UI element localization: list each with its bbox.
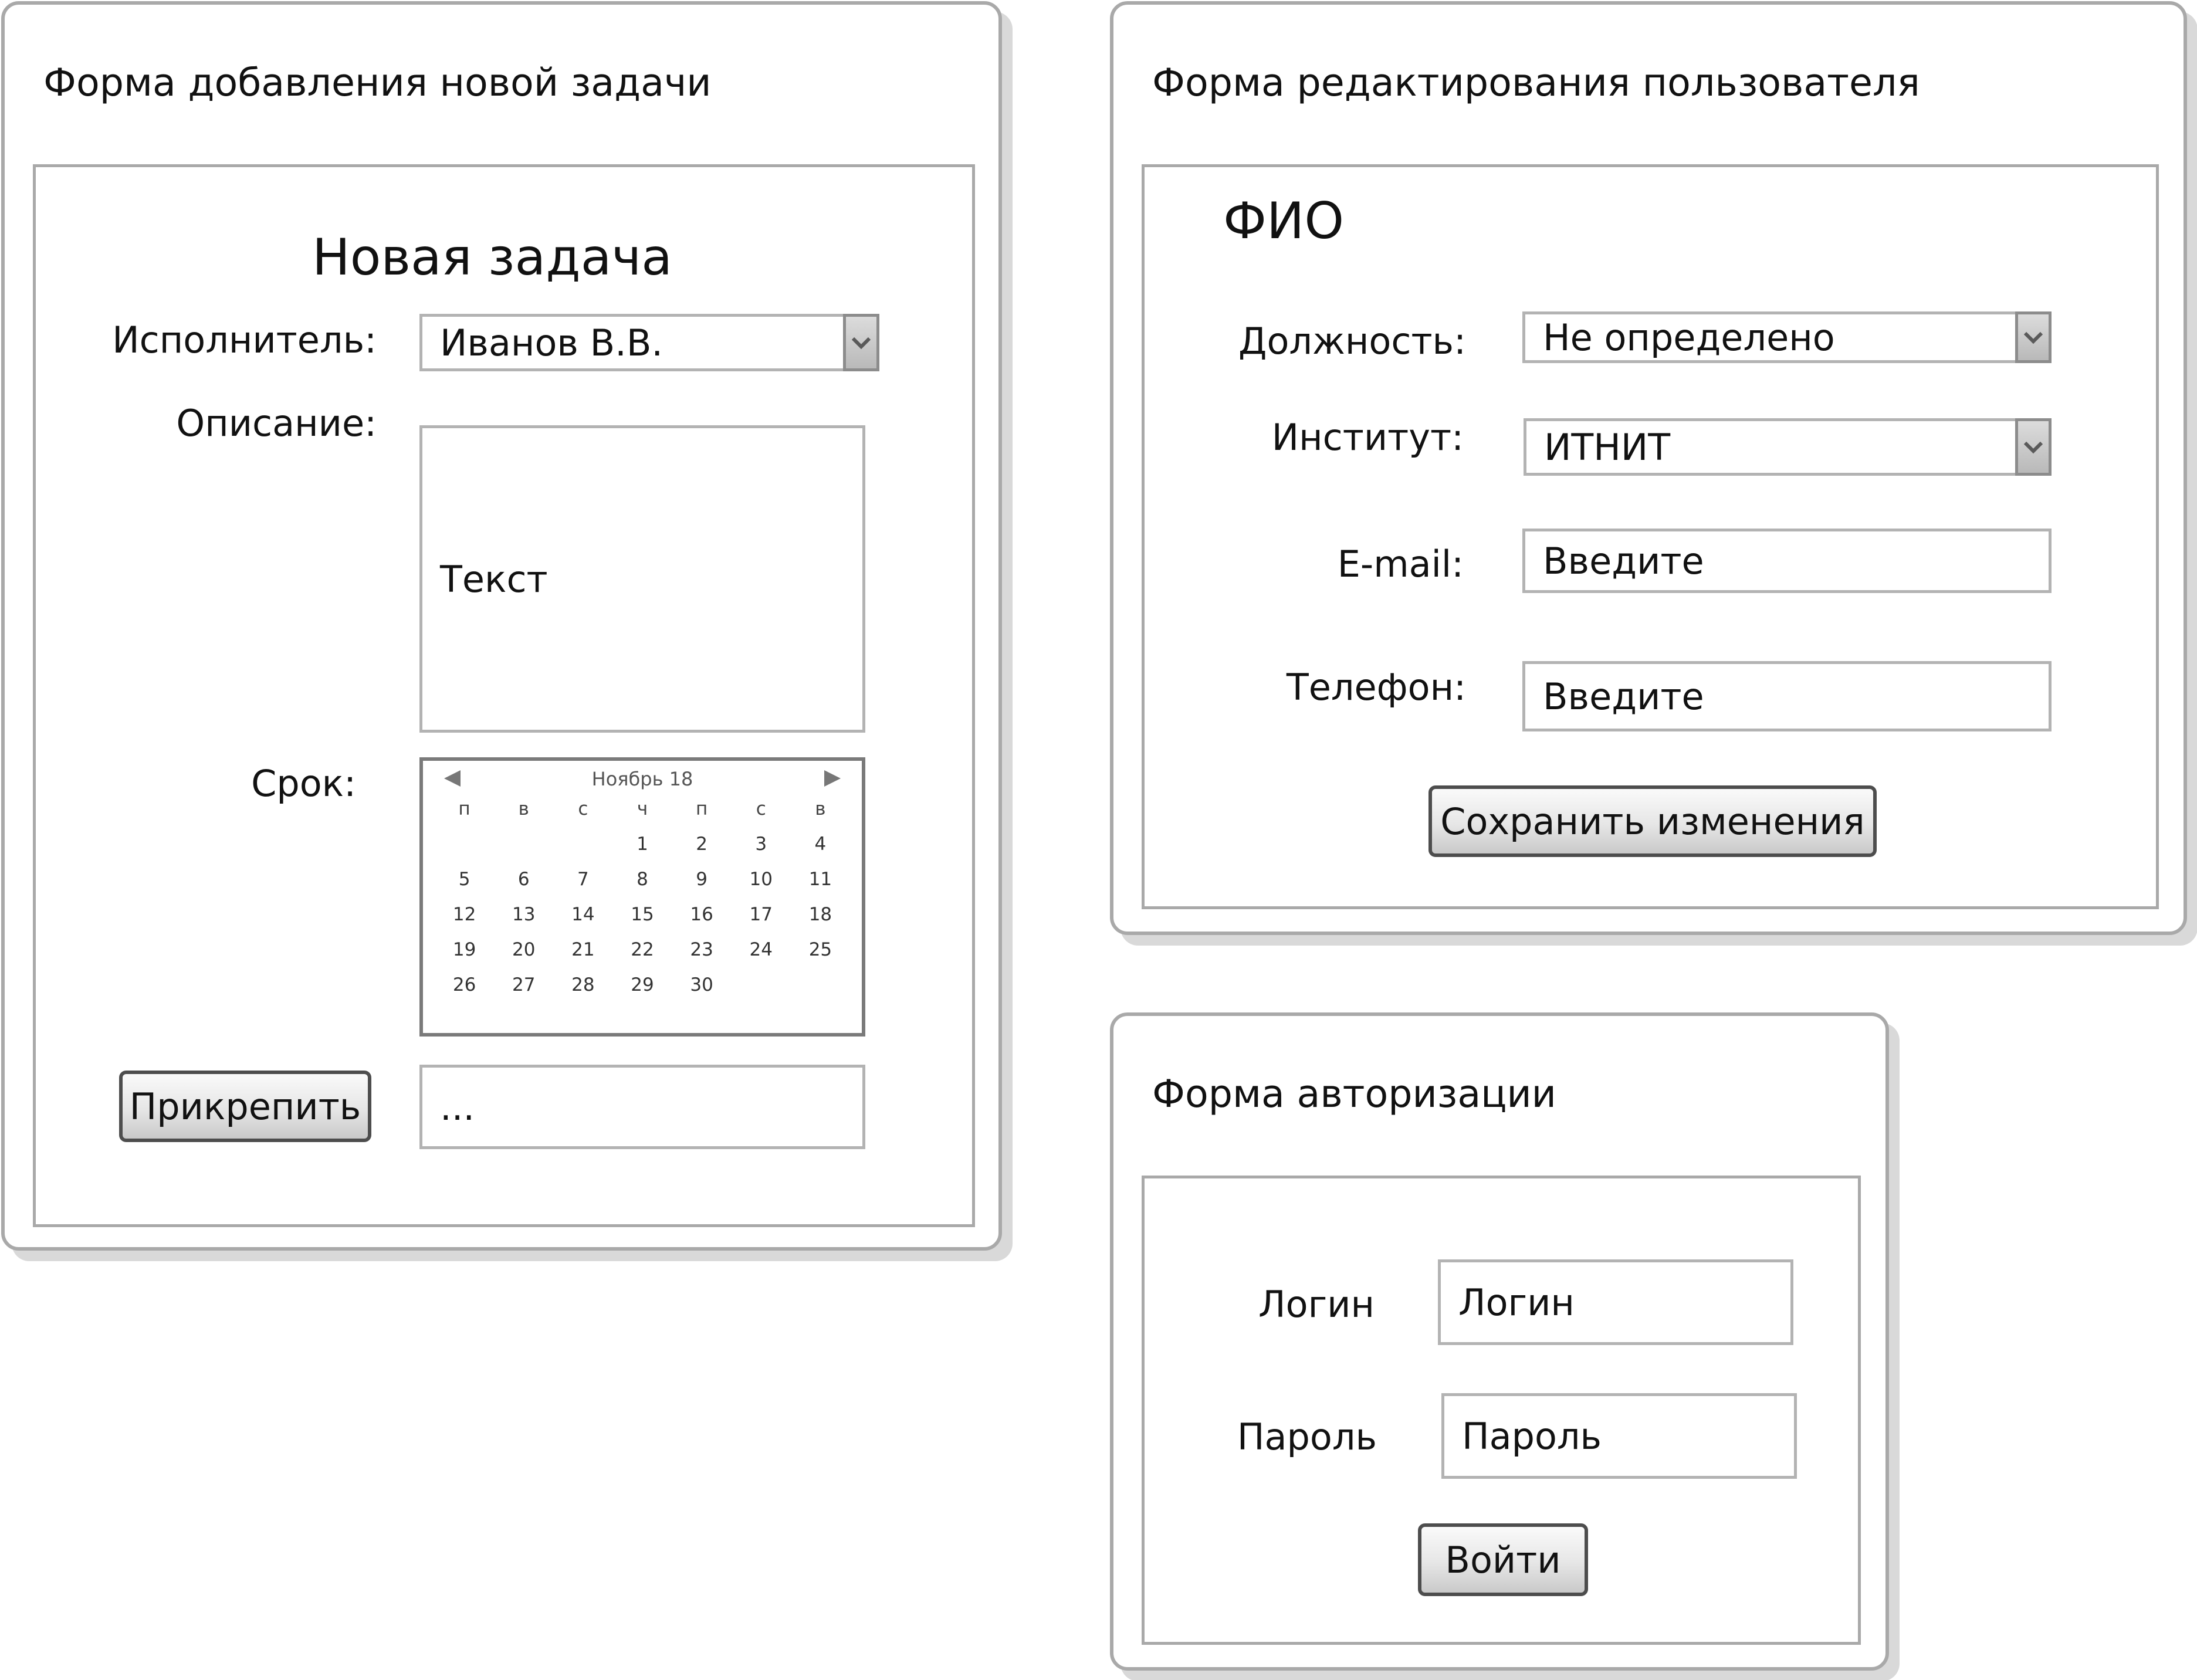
calendar-day[interactable]: 2 <box>672 832 732 856</box>
calendar-day[interactable]: 25 <box>791 938 850 961</box>
deadline-calendar[interactable]: Ноябрь 18 п в с ч п с в 1 2 3 4 5 6 7 8 9 10 11 12 13 14 15 16… <box>419 757 865 1037</box>
triangle-right-icon[interactable] <box>821 767 844 790</box>
calendar-day[interactable]: 27 <box>494 973 553 997</box>
assignee-select[interactable]: Иванов В.В. <box>419 314 879 371</box>
calendar-day[interactable]: 3 <box>732 832 791 856</box>
calendar-day[interactable]: 16 <box>672 903 732 926</box>
calendar-weekday: в <box>815 798 826 819</box>
calendar-day[interactable]: 1 <box>612 832 672 856</box>
calendar-day[interactable]: 17 <box>732 903 791 926</box>
calendar-day[interactable]: 10 <box>732 868 791 891</box>
description-value: Текст <box>440 557 548 601</box>
calendar-day[interactable]: 5 <box>435 868 494 891</box>
form-heading: ФИО <box>1223 192 1345 250</box>
password-value: Пароль <box>1462 1414 1602 1458</box>
calendar-weekday: п <box>458 798 470 819</box>
user-form-body: ФИО Должность: Не определено Институт: И… <box>1142 164 2159 909</box>
calendar-day[interactable]: 28 <box>553 973 612 997</box>
calendar-day[interactable]: 7 <box>553 868 612 891</box>
calendar-day[interactable]: 13 <box>494 903 553 926</box>
phone-value: Введите <box>1543 675 1704 718</box>
attach-button[interactable]: Прикрепить <box>119 1071 371 1142</box>
calendar-weekday: с <box>578 798 588 819</box>
panel-title: Форма авторизации <box>1152 1072 1556 1116</box>
calendar-day[interactable]: 21 <box>553 938 612 961</box>
calendar-day[interactable]: 24 <box>732 938 791 961</box>
phone-input[interactable]: Введите <box>1522 661 2052 731</box>
calendar-day[interactable]: 6 <box>494 868 553 891</box>
institute-value: ИТНИТ <box>1544 425 1671 469</box>
attach-file-value: ... <box>440 1085 475 1129</box>
task-form-body: Новая задача Исполнитель: Иванов В.В. Оп… <box>33 164 975 1227</box>
calendar-weekday: ч <box>637 798 648 819</box>
calendar-day[interactable]: 20 <box>494 938 553 961</box>
calendar-day[interactable]: 23 <box>672 938 732 961</box>
user-form-panel: Форма редактирования пользователя ФИО До… <box>1110 1 2187 935</box>
calendar-day[interactable]: 26 <box>435 973 494 997</box>
calendar-empty-cell <box>732 973 791 997</box>
attach-file-field[interactable]: ... <box>419 1065 865 1149</box>
auth-form-panel: Форма авторизации Логин Логин Пароль Пар… <box>1110 1012 1889 1671</box>
calendar-day[interactable]: 9 <box>672 868 732 891</box>
calendar-empty-cell <box>791 973 850 997</box>
calendar-weekday: с <box>756 798 766 819</box>
calendar-day[interactable]: 29 <box>612 973 672 997</box>
login-input[interactable]: Логин <box>1438 1259 1793 1345</box>
calendar-day[interactable]: 22 <box>612 938 672 961</box>
chevron-down-icon[interactable] <box>2015 311 2052 363</box>
form-heading: Новая задача <box>312 228 672 287</box>
email-value: Введите <box>1543 539 1704 582</box>
calendar-day[interactable]: 8 <box>612 868 672 891</box>
calendar-weekday: п <box>695 798 708 819</box>
deadline-label: Срок: <box>251 762 356 805</box>
phone-label: Телефон: <box>1286 666 1466 709</box>
calendar-empty-cell <box>494 832 553 856</box>
calendar-day[interactable]: 11 <box>791 868 850 891</box>
institute-label: Институт: <box>1271 416 1464 459</box>
calendar-day[interactable]: 15 <box>612 903 672 926</box>
calendar-day[interactable]: 4 <box>791 832 850 856</box>
calendar-day[interactable]: 30 <box>672 973 732 997</box>
position-value: Не определено <box>1543 316 1835 359</box>
chevron-down-icon[interactable] <box>2015 418 2052 476</box>
description-textarea[interactable]: Текст <box>419 425 865 733</box>
password-input[interactable]: Пароль <box>1441 1393 1797 1479</box>
auth-form-body: Логин Логин Пароль Пароль Войти <box>1142 1176 1861 1645</box>
calendar-grid: п в с ч п с в 1 2 3 4 5 6 7 8 9 10 11 12 13 14 15 16 17 18 19 20 21… <box>435 797 850 997</box>
panel-title: Форма редактирования пользователя <box>1152 61 1920 105</box>
calendar-day[interactable]: 19 <box>435 938 494 961</box>
description-label: Описание: <box>176 402 377 445</box>
login-button[interactable]: Войти <box>1418 1523 1588 1596</box>
password-label: Пароль <box>1237 1415 1377 1458</box>
position-label: Должность: <box>1238 320 1466 363</box>
save-button[interactable]: Сохранить изменения <box>1428 785 1877 857</box>
chevron-down-icon[interactable] <box>843 314 879 371</box>
institute-select[interactable]: ИТНИТ <box>1524 418 2052 476</box>
calendar-empty-cell <box>435 832 494 856</box>
panel-title: Форма добавления новой задачи <box>43 61 712 105</box>
calendar-weekday: в <box>518 798 529 819</box>
calendar-empty-cell <box>553 832 612 856</box>
assignee-value: Иванов В.В. <box>440 321 663 364</box>
calendar-day[interactable]: 12 <box>435 903 494 926</box>
task-form-panel: Форма добавления новой задачи Новая зада… <box>1 1 1002 1251</box>
calendar-day[interactable]: 14 <box>553 903 612 926</box>
login-label: Логин <box>1258 1283 1375 1326</box>
email-label: E-mail: <box>1337 543 1464 585</box>
position-select[interactable]: Не определено <box>1522 311 2052 363</box>
email-input[interactable]: Введите <box>1522 529 2052 593</box>
calendar-day[interactable]: 18 <box>791 903 850 926</box>
login-value: Логин <box>1458 1281 1575 1324</box>
calendar-month: Ноябрь 18 <box>591 768 693 790</box>
assignee-label: Исполнитель: <box>112 319 377 361</box>
